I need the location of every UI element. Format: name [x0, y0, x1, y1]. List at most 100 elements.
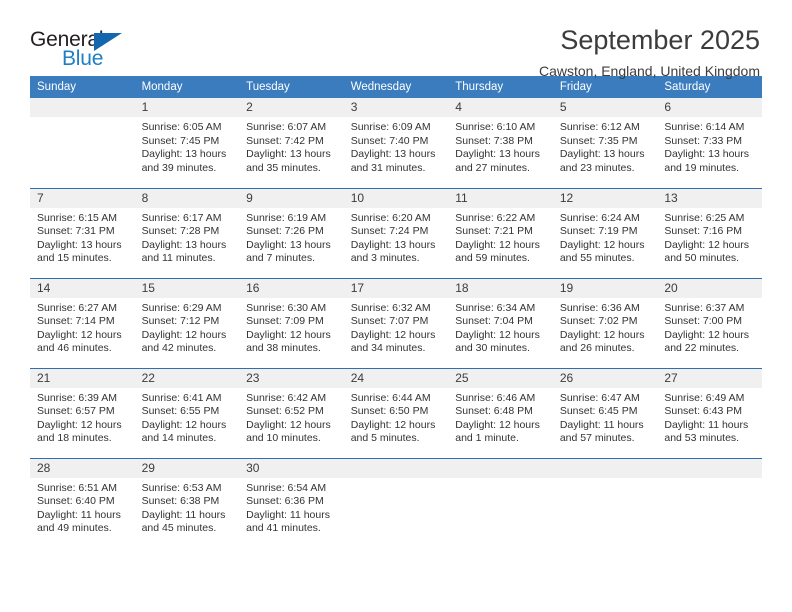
sunrise-time: Sunrise: 6:49 AM	[664, 391, 745, 404]
day-details: Sunrise: 6:37 AM Sunset: 7:00 PM Daylight:…	[657, 298, 762, 356]
daylight-duration-line2: and 27 minutes.	[455, 161, 530, 174]
day-details: Sunrise: 6:41 AM Sunset: 6:55 PM Daylight:…	[135, 388, 240, 446]
general-blue-logo[interactable]: General Blue	[30, 26, 150, 72]
location-subtitle: Cawston, England, United Kingdom	[538, 63, 760, 80]
calendar-day-cell[interactable]: 26 Sunrise: 6:47 AM Sunset: 6:45 PM Dayligh…	[552, 367, 658, 458]
day-details: Sunrise: 6:42 AM Sunset: 6:52 PM Daylight:…	[239, 388, 344, 446]
daylight-duration-line2: and 53 minutes.	[664, 432, 740, 445]
day-number: 17	[343, 278, 449, 298]
sunrise-time: Sunrise: 6:15 AM	[37, 211, 117, 224]
sunrise-time: Sunrise: 6:20 AM	[350, 211, 431, 224]
calendar-day-cell[interactable]: 12 Sunrise: 6:24 AM Sunset: 7:19 PM Dayligh…	[552, 187, 658, 278]
sunset-time: Sunset: 7:38 PM	[455, 134, 533, 147]
calendar-day-cell[interactable]: 28 Sunrise: 6:51 AM Sunset: 6:40 PM Dayligh…	[30, 457, 135, 548]
calendar-day-cell[interactable]: 6 Sunrise: 6:14 AM Sunset: 7:33 PM Daylight…	[657, 98, 762, 188]
daylight-duration-line1: Daylight: 11 hours	[246, 508, 330, 521]
day-details: Sunrise: 6:12 AM Sunset: 7:35 PM Daylight:…	[553, 117, 658, 175]
daylight-duration-line1: Daylight: 13 hours	[455, 148, 540, 161]
calendar-day-cell[interactable]: 5 Sunrise: 6:12 AM Sunset: 7:35 PM Daylight…	[552, 98, 658, 188]
sunrise-time: Sunrise: 6:17 AM	[141, 211, 222, 224]
daylight-duration-line1: Daylight: 12 hours	[350, 418, 436, 431]
daylight-duration-line2: and 7 minutes.	[246, 252, 316, 265]
day-number: 15	[134, 278, 240, 298]
day-details: Sunrise: 6:20 AM Sunset: 7:24 PM Daylight:…	[344, 208, 449, 266]
calendar-day-cell[interactable]: 11 Sunrise: 6:22 AM Sunset: 7:21 PM Dayligh…	[448, 187, 553, 278]
calendar-day-cell[interactable]: 7 Sunrise: 6:15 AM Sunset: 7:31 PM Daylight…	[30, 187, 135, 278]
day-number	[448, 458, 553, 478]
sunrise-time: Sunrise: 6:19 AM	[246, 211, 327, 224]
sunset-time: Sunset: 7:42 PM	[246, 134, 324, 147]
calendar-day-cell[interactable]: 1 Sunrise: 6:05 AM Sunset: 7:45 PM Daylight…	[134, 98, 240, 188]
calendar-day-cell[interactable]: 4 Sunrise: 6:10 AM Sunset: 7:38 PM Daylight…	[448, 98, 553, 188]
day-number	[30, 98, 135, 117]
calendar-day-cell[interactable]: 24 Sunrise: 6:44 AM Sunset: 6:50 PM Dayligh…	[343, 367, 449, 458]
calendar-day-cell[interactable]: 8 Sunrise: 6:17 AM Sunset: 7:28 PM Daylight…	[134, 187, 240, 278]
calendar-cell-empty	[448, 457, 553, 548]
sunset-time: Sunset: 7:40 PM	[350, 134, 429, 147]
calendar-day-cell[interactable]: 3 Sunrise: 6:09 AM Sunset: 7:40 PM Daylight…	[343, 98, 449, 188]
calendar-week-row: 21 Sunrise: 6:39 AM Sunset: 6:57 PM Dayligh…	[30, 367, 762, 458]
day-number	[657, 458, 762, 478]
daylight-duration-line2: and 45 minutes.	[141, 522, 217, 535]
daylight-duration-line1: Daylight: 13 hours	[141, 238, 227, 251]
day-details: Sunrise: 6:39 AM Sunset: 6:57 PM Daylight:…	[30, 388, 135, 446]
sunset-time: Sunset: 7:00 PM	[664, 315, 743, 328]
daylight-duration-line1: Daylight: 13 hours	[141, 148, 227, 161]
daylight-duration-line2: and 46 minutes.	[37, 342, 112, 355]
calendar-day-cell[interactable]: 2 Sunrise: 6:07 AM Sunset: 7:42 PM Daylight…	[239, 98, 344, 188]
day-details: Sunrise: 6:05 AM Sunset: 7:45 PM Daylight:…	[135, 117, 240, 175]
calendar-day-cell[interactable]: 14 Sunrise: 6:27 AM Sunset: 7:14 PM Dayligh…	[30, 277, 135, 368]
day-number: 9	[239, 188, 344, 208]
daylight-duration-line2: and 38 minutes.	[246, 342, 321, 355]
day-number: 2	[239, 98, 344, 117]
daylight-duration-line1: Daylight: 12 hours	[37, 418, 122, 431]
calendar-day-cell[interactable]: 27 Sunrise: 6:49 AM Sunset: 6:43 PM Dayligh…	[657, 367, 762, 458]
daylight-duration-line1: Daylight: 11 hours	[141, 508, 226, 521]
calendar-day-cell[interactable]: 29 Sunrise: 6:53 AM Sunset: 6:38 PM Dayligh…	[134, 457, 240, 548]
sunset-time: Sunset: 7:35 PM	[559, 134, 638, 147]
daylight-duration-line1: Daylight: 12 hours	[559, 238, 645, 251]
day-number: 28	[30, 458, 135, 478]
daylight-duration-line2: and 55 minutes.	[559, 252, 635, 265]
sunrise-time: Sunrise: 6:42 AM	[246, 391, 327, 404]
daylight-duration-line2: and 49 minutes.	[37, 522, 112, 535]
daylight-duration-line1: Daylight: 11 hours	[559, 418, 644, 431]
calendar-day-cell[interactable]: 25 Sunrise: 6:46 AM Sunset: 6:48 PM Dayligh…	[448, 367, 553, 458]
day-number: 12	[552, 188, 658, 208]
day-details: Sunrise: 6:09 AM Sunset: 7:40 PM Daylight:…	[344, 117, 449, 175]
calendar-day-cell[interactable]: 9 Sunrise: 6:19 AM Sunset: 7:26 PM Daylight…	[239, 187, 344, 278]
day-number: 22	[134, 368, 240, 388]
day-details: Sunrise: 6:29 AM Sunset: 7:12 PM Daylight:…	[135, 298, 240, 356]
calendar-week-row: 7 Sunrise: 6:15 AM Sunset: 7:31 PM Daylight…	[30, 187, 762, 278]
sunset-time: Sunset: 6:55 PM	[141, 405, 220, 418]
sunrise-time: Sunrise: 6:24 AM	[559, 211, 640, 224]
sunrise-time: Sunrise: 6:53 AM	[141, 481, 222, 494]
calendar-day-cell[interactable]: 10 Sunrise: 6:20 AM Sunset: 7:24 PM Dayligh…	[343, 187, 449, 278]
calendar-day-cell[interactable]: 30 Sunrise: 6:54 AM Sunset: 6:36 PM Dayligh…	[239, 457, 344, 548]
calendar-cell-empty	[657, 457, 762, 548]
sunrise-time: Sunrise: 6:46 AM	[455, 391, 536, 404]
calendar-day-cell[interactable]: 23 Sunrise: 6:42 AM Sunset: 6:52 PM Dayligh…	[239, 367, 344, 458]
sunset-time: Sunset: 7:33 PM	[664, 134, 743, 147]
calendar-day-cell[interactable]: 22 Sunrise: 6:41 AM Sunset: 6:55 PM Dayligh…	[134, 367, 240, 458]
day-number: 10	[343, 188, 449, 208]
calendar-day-cell[interactable]: 16 Sunrise: 6:30 AM Sunset: 7:09 PM Dayligh…	[239, 277, 344, 368]
daylight-duration-line1: Daylight: 12 hours	[559, 328, 645, 341]
day-details: Sunrise: 6:22 AM Sunset: 7:21 PM Daylight:…	[448, 208, 553, 266]
calendar-day-cell[interactable]: 15 Sunrise: 6:29 AM Sunset: 7:12 PM Dayligh…	[134, 277, 240, 368]
sunset-time: Sunset: 7:24 PM	[350, 225, 429, 238]
calendar-day-cell[interactable]: 17 Sunrise: 6:32 AM Sunset: 7:07 PM Dayligh…	[343, 277, 449, 368]
day-details: Sunrise: 6:36 AM Sunset: 7:02 PM Daylight:…	[553, 298, 658, 356]
calendar-cell-empty	[343, 457, 449, 548]
calendar-day-cell[interactable]: 19 Sunrise: 6:36 AM Sunset: 7:02 PM Dayligh…	[552, 277, 658, 368]
day-details: Sunrise: 6:47 AM Sunset: 6:45 PM Daylight:…	[553, 388, 658, 446]
sunrise-time: Sunrise: 6:27 AM	[37, 301, 117, 314]
sunrise-time: Sunrise: 6:34 AM	[455, 301, 536, 314]
calendar-day-cell[interactable]: 18 Sunrise: 6:34 AM Sunset: 7:04 PM Dayligh…	[448, 277, 553, 368]
daylight-duration-line2: and 5 minutes.	[350, 432, 420, 445]
calendar-body: 1 Sunrise: 6:05 AM Sunset: 7:45 PM Daylight…	[30, 98, 762, 548]
calendar-day-cell[interactable]: 13 Sunrise: 6:25 AM Sunset: 7:16 PM Dayligh…	[657, 187, 762, 278]
calendar-day-cell[interactable]: 21 Sunrise: 6:39 AM Sunset: 6:57 PM Dayligh…	[30, 367, 135, 458]
day-number	[552, 458, 658, 478]
calendar-day-cell[interactable]: 20 Sunrise: 6:37 AM Sunset: 7:00 PM Dayligh…	[657, 277, 762, 368]
